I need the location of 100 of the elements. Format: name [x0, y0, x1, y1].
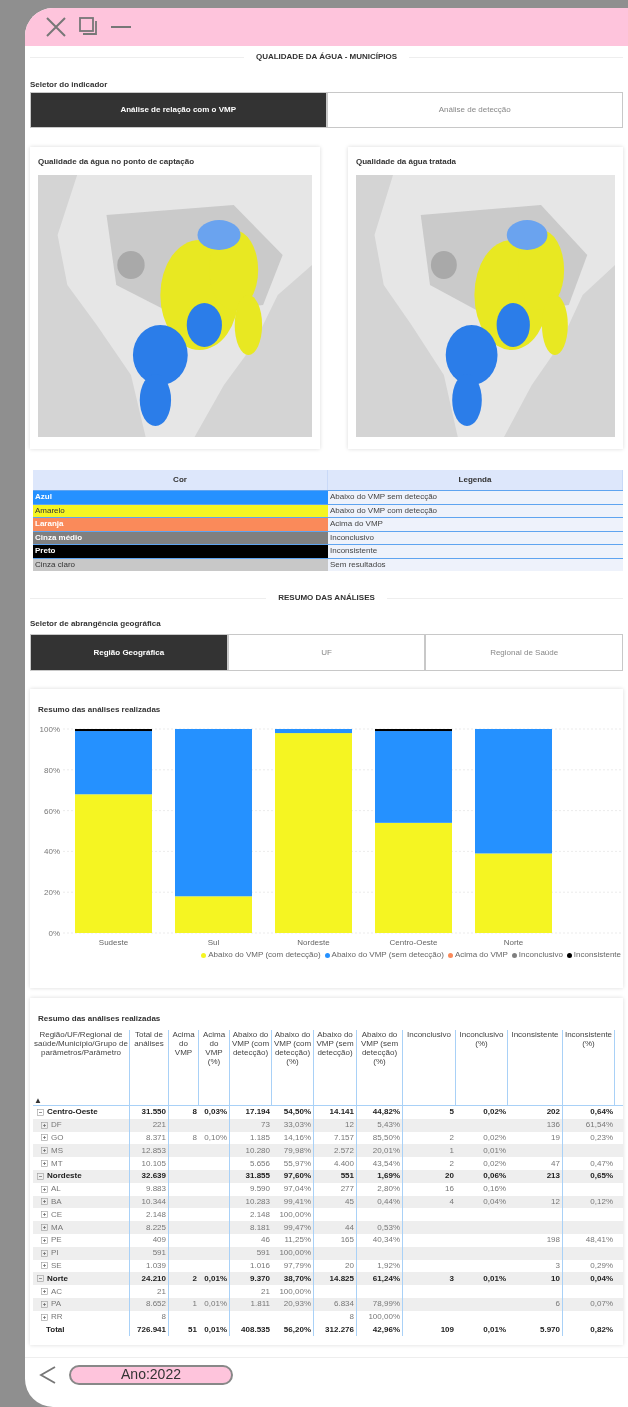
chevron-left-icon[interactable] — [39, 1364, 57, 1385]
table-cell: 165 — [340, 1234, 354, 1247]
axis-category-label: Sul — [207, 938, 220, 947]
table-cell: 45 — [345, 1195, 354, 1208]
legend-label: Inconclusivo — [518, 949, 563, 961]
column-header: Abaixo do VMP (sem detecção) — [315, 1030, 355, 1057]
filter-pill[interactable]: Ano:2022 — [69, 1364, 233, 1385]
column-header: Inconclusivo — [407, 1030, 451, 1039]
restore-icon[interactable] — [79, 17, 99, 37]
table-cell: 0,04% — [590, 1272, 613, 1285]
table-cell: 4.400 — [333, 1157, 354, 1170]
axis-tick-label: 0% — [48, 929, 60, 938]
table-cell: 2.148 — [249, 1208, 270, 1221]
table-cell: 100,00% — [279, 1208, 311, 1221]
column-header: Inconsistente (%) — [564, 1030, 613, 1048]
table-cell: 0,01% — [204, 1272, 227, 1285]
row-label: MT — [51, 1157, 63, 1170]
expand-icon[interactable] — [41, 1262, 48, 1270]
expand-icon[interactable] — [41, 1288, 48, 1296]
table-cell: 12 — [551, 1195, 560, 1208]
expand-icon[interactable] — [41, 1211, 48, 1219]
expand-icon[interactable] — [41, 1249, 48, 1257]
table-cell: 79,98% — [283, 1144, 311, 1157]
legend-label: Acima do VMP — [454, 949, 508, 961]
table-cell: 5.970 — [539, 1323, 560, 1336]
table-cell: 44 — [345, 1221, 354, 1234]
table-cell: 0,23% — [590, 1132, 613, 1144]
axis-tick-label: 100% — [39, 725, 60, 734]
table-cell: 726.941 — [137, 1323, 166, 1336]
table-cell: 5 — [449, 1106, 454, 1119]
table-cell: 0,02% — [483, 1106, 506, 1119]
table-cell: 202 — [546, 1106, 560, 1119]
table-cell: 1,69% — [377, 1170, 400, 1183]
column-header: Acima do VMP — [171, 1030, 196, 1057]
collapse-icon[interactable] — [37, 1275, 44, 1283]
axis-tick-label: 40% — [44, 847, 60, 857]
expand-icon[interactable] — [41, 1300, 48, 1308]
selector-label: Seletor do indicador — [30, 80, 109, 90]
table-cell: 0,06% — [483, 1170, 506, 1183]
selector-tab[interactable]: Análise de detecção — [326, 92, 623, 128]
table-cell: 0,47% — [590, 1157, 613, 1170]
table-cell: 56,20% — [283, 1323, 311, 1336]
expand-icon[interactable] — [41, 1147, 48, 1155]
expand-icon[interactable] — [41, 1198, 48, 1206]
close-icon[interactable] — [45, 16, 67, 38]
row-label: CE — [51, 1208, 63, 1221]
table-cell: 31.855 — [245, 1170, 270, 1183]
table-cell: 0,02% — [483, 1132, 506, 1144]
color-swatch-cell: Cinza claro — [33, 558, 328, 571]
table-cell: 61,54% — [585, 1119, 613, 1132]
table-cell: 591 — [152, 1247, 166, 1260]
column-header: Inconclusivo (%) — [458, 1030, 505, 1048]
table-cell: 99,41% — [283, 1195, 311, 1208]
collapse-icon[interactable] — [37, 1108, 44, 1116]
table-cell: 0,16% — [483, 1183, 506, 1196]
table-cell: 10.344 — [141, 1195, 166, 1208]
legend-cell: Abaixo do VMP com detecção — [328, 504, 623, 517]
row-label: SE — [51, 1259, 62, 1272]
axis-category-label: Centro-Oeste — [389, 938, 438, 947]
table-cell: 9.883 — [145, 1183, 166, 1196]
selector-tab[interactable]: Regional de Saúde — [425, 634, 623, 671]
axis-category-label: Sudeste — [98, 938, 129, 947]
row-label: GO — [51, 1132, 64, 1144]
table-cell: 24.210 — [141, 1272, 166, 1285]
table-cell: 78,99% — [372, 1298, 400, 1311]
legend-label: Abaixo do VMP (sem detecção) — [331, 949, 444, 961]
expand-icon[interactable] — [41, 1236, 48, 1244]
column-header: Abaixo do VMP (com detecção) — [231, 1030, 270, 1057]
selector-tab[interactable]: UF — [227, 634, 426, 671]
row-label: Centro-Oeste — [47, 1106, 98, 1119]
table-cell: 6.834 — [333, 1298, 354, 1311]
table-cell: 0,53% — [377, 1221, 400, 1234]
table-cell: 73 — [261, 1119, 270, 1132]
selector-tab[interactable]: Análise de relação com o VMP — [30, 92, 327, 128]
table-cell: 16 — [445, 1183, 454, 1196]
expand-icon[interactable] — [41, 1121, 48, 1129]
expand-icon[interactable] — [41, 1185, 48, 1193]
table-cell: 33,03% — [283, 1119, 311, 1132]
table-cell: 42,96% — [372, 1323, 400, 1336]
expand-icon[interactable] — [41, 1160, 48, 1168]
expand-icon[interactable] — [41, 1313, 48, 1321]
table-cell: 21 — [157, 1285, 166, 1298]
table-cell: 551 — [340, 1170, 354, 1183]
table-cell: 2 — [192, 1272, 197, 1285]
table-cell: 10.283 — [245, 1195, 270, 1208]
map-title: Qualidade da água no ponto de captação — [38, 157, 196, 167]
table-cell: 20,01% — [372, 1144, 400, 1157]
sort-indicator[interactable]: ▲ — [34, 1096, 42, 1105]
expand-icon[interactable] — [41, 1134, 48, 1142]
expand-icon[interactable] — [41, 1224, 48, 1232]
table-cell: 0,03% — [204, 1106, 227, 1119]
row-label: PI — [51, 1247, 59, 1260]
minimize-icon[interactable] — [111, 25, 131, 29]
collapse-icon[interactable] — [37, 1172, 44, 1180]
legend-cell: Inconclusivo — [328, 531, 623, 544]
table-cell: 2.572 — [333, 1144, 354, 1157]
table-cell: 109 — [440, 1323, 454, 1336]
selector-tab[interactable]: Região Geográfica — [30, 634, 228, 671]
table-cell: 14.141 — [329, 1106, 354, 1119]
table-cell: 8.181 — [249, 1221, 270, 1234]
